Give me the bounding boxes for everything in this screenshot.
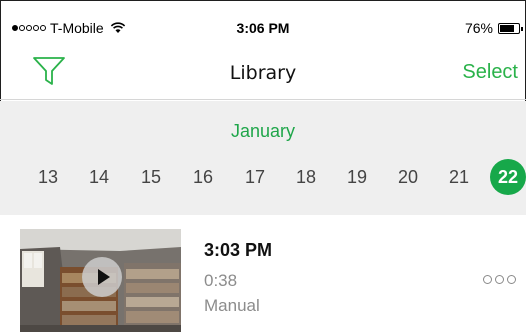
recording-duration: 0:38 bbox=[204, 271, 238, 290]
day-picker: 13 14 15 16 17 18 19 20 21 22 bbox=[0, 159, 526, 195]
status-right: 76% bbox=[464, 20, 523, 36]
page-title: Library bbox=[229, 62, 297, 84]
date-strip: January 13 14 15 16 17 18 19 20 21 22 bbox=[0, 101, 526, 215]
day-14[interactable]: 14 bbox=[81, 159, 117, 195]
day-13[interactable]: 13 bbox=[30, 159, 66, 195]
more-options-icon[interactable] bbox=[483, 275, 516, 284]
day-15[interactable]: 15 bbox=[133, 159, 169, 195]
navigation-bar: Library Select bbox=[0, 38, 526, 100]
recording-list-item[interactable]: 3:03 PM 0:38 Manual bbox=[0, 215, 526, 332]
day-16[interactable]: 16 bbox=[185, 159, 221, 195]
status-bar: T-Mobile 3:06 PM 76% bbox=[0, 0, 526, 38]
status-time: 3:06 PM bbox=[236, 20, 290, 36]
play-icon[interactable] bbox=[82, 257, 122, 297]
recording-mode: Manual bbox=[204, 296, 260, 315]
recording-thumbnail[interactable] bbox=[20, 229, 181, 332]
recording-time: 3:03 PM bbox=[204, 240, 273, 260]
month-label: January bbox=[230, 121, 296, 141]
day-22[interactable]: 22 bbox=[490, 159, 526, 195]
day-17[interactable]: 17 bbox=[237, 159, 273, 195]
battery-percentage: 76% bbox=[464, 20, 493, 36]
battery-icon bbox=[498, 22, 523, 34]
day-18[interactable]: 18 bbox=[288, 159, 324, 195]
select-button[interactable]: Select bbox=[462, 61, 518, 84]
day-21[interactable]: 21 bbox=[441, 159, 477, 195]
day-19[interactable]: 19 bbox=[339, 159, 375, 195]
day-20[interactable]: 20 bbox=[390, 159, 426, 195]
